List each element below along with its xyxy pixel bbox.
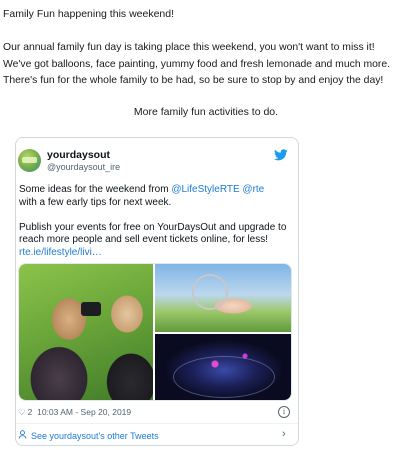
tweet-text: Some ideas for the weekend from @LifeSty…: [19, 184, 294, 260]
info-icon[interactable]: i: [278, 406, 290, 418]
avatar[interactable]: [18, 149, 41, 172]
tweet-text-para2: Publish your events for free on YourDays…: [19, 221, 287, 246]
post-body: Our annual family fun day is taking plac…: [3, 42, 391, 86]
embedded-tweet[interactable]: yourdaysout @yourdaysout_ire Some ideas …: [15, 137, 299, 446]
mention-lifestylerte[interactable]: @LifeStyleRTE: [171, 184, 239, 195]
like-count[interactable]: 2: [28, 407, 33, 417]
photo-aerial-hoop[interactable]: [155, 264, 291, 332]
twitter-bird-icon[interactable]: [274, 149, 288, 161]
tweet-timestamp[interactable]: 10:03 AM - Sep 20, 2019: [37, 407, 131, 417]
mention-rte[interactable]: @rte: [242, 184, 264, 195]
post-title: Family Fun happening this weekend!: [3, 8, 175, 20]
chevron-right-icon[interactable]: ›: [282, 428, 286, 440]
more-activities-link[interactable]: More family fun activities to do.: [0, 106, 412, 118]
person-icon: [18, 430, 27, 441]
other-tweets-label: See yourdaysout's other Tweets: [31, 431, 159, 441]
tweet-author-name[interactable]: yourdaysout: [47, 149, 110, 161]
photo-neon-show[interactable]: [155, 334, 291, 400]
tweet-text-line2: with a few early tips for next week.: [19, 196, 172, 208]
tweet-meta: ♡ 2 10:03 AM - Sep 20, 2019: [18, 407, 131, 418]
other-tweets-link[interactable]: See yourdaysout's other Tweets: [18, 430, 159, 441]
tweet-url-link[interactable]: rte.ie/lifestyle/livi…: [19, 247, 102, 258]
heart-icon[interactable]: ♡: [18, 407, 26, 417]
tweet-photo-grid: [18, 263, 292, 401]
divider: [16, 423, 298, 424]
tweet-text-prefix: Some ideas for the weekend from: [19, 184, 172, 195]
tweet-author-handle[interactable]: @yourdaysout_ire: [47, 162, 120, 172]
photo-children-camera[interactable]: [19, 264, 153, 400]
